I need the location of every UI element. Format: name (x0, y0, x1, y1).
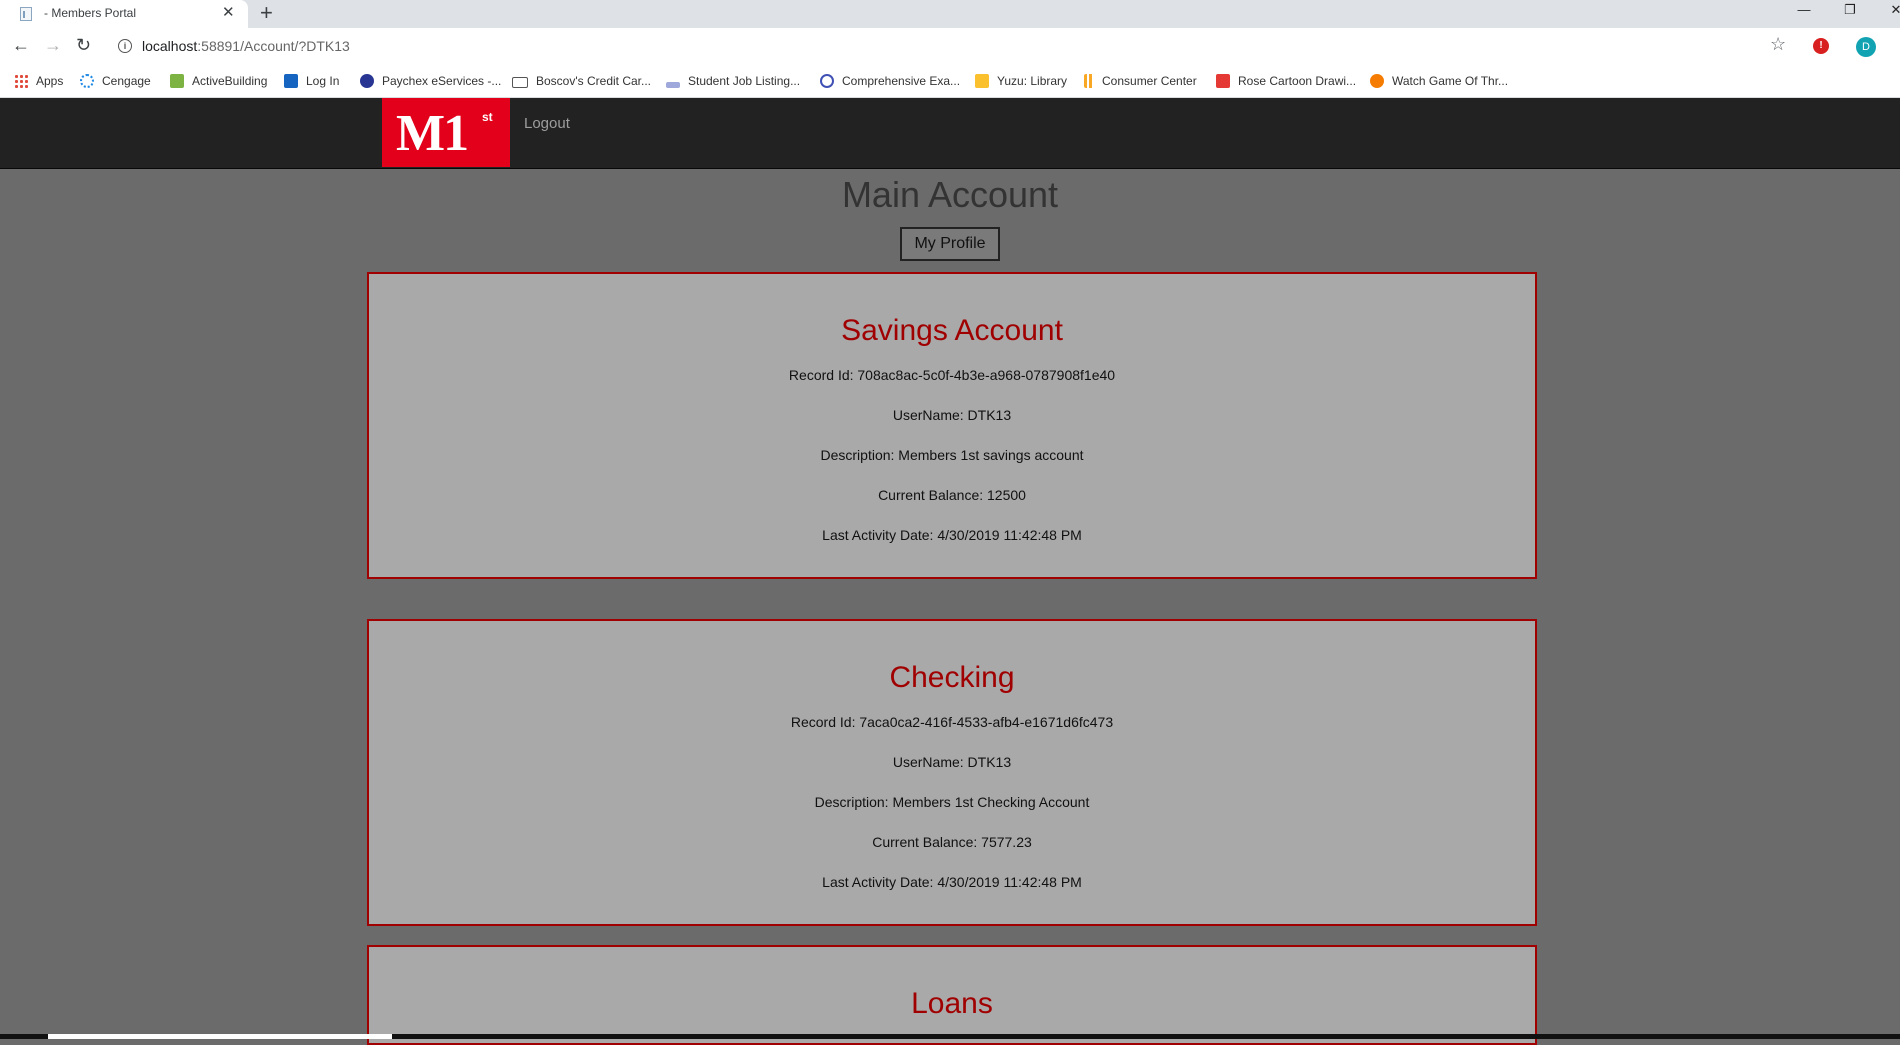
bookmark-star-icon[interactable]: ☆ (1770, 34, 1786, 55)
tab-strip: - Members Portal ✕ + — ❐ ✕ (0, 0, 1900, 28)
login-icon (284, 74, 298, 88)
bookmark-student-jobs[interactable]: Student Job Listing... (666, 72, 800, 90)
browser-toolbar: ← → ↻ i localhost:58891/Account/?DTK13 (0, 28, 1900, 64)
current-balance: Current Balance: 7577.23 (872, 834, 1032, 850)
bookmarks-bar: Apps Cengage ActiveBuilding Log In Paych… (0, 64, 1900, 98)
logo-text: M1 (396, 105, 469, 162)
account-title: Checking (889, 661, 1015, 694)
bookmark-apps[interactable]: Apps (14, 72, 63, 90)
page-title: Main Account (841, 174, 1059, 215)
record-id: Record Id: 708ac8ac-5c0f-4b3e-a968-07879… (788, 367, 1116, 383)
taskbar-strip (0, 1034, 1900, 1039)
extension-icon[interactable]: ! (1813, 38, 1829, 54)
account-title: Savings Account (841, 314, 1063, 347)
q-icon (820, 74, 834, 88)
bookmark-game-of-thrones[interactable]: Watch Game Of Thr... (1370, 72, 1508, 90)
my-profile-button[interactable]: My Profile (900, 227, 1000, 261)
username: UserName: DTK13 (892, 407, 1012, 423)
members-1st-logo[interactable]: M1 st (382, 98, 510, 167)
last-activity-date: Last Activity Date: 4/30/2019 11:42:48 P… (822, 527, 1082, 543)
site-navbar: M1 st Logout (0, 98, 1900, 169)
new-tab-button[interactable]: + (260, 1, 273, 25)
description: Description: Members 1st Checking Accoun… (814, 794, 1090, 810)
bookmark-log-in[interactable]: Log In (284, 72, 339, 90)
bookmark-comprehensive-exam[interactable]: Comprehensive Exa... (820, 72, 960, 90)
apps-icon (14, 74, 28, 88)
record-id: Record Id: 7aca0ca2-416f-4533-afb4-e1671… (790, 714, 1114, 730)
bookmark-cengage[interactable]: Cengage (80, 72, 151, 90)
yuzu-icon (975, 74, 989, 88)
username: UserName: DTK13 (892, 754, 1012, 770)
url-host: localhost (142, 38, 198, 54)
logout-link[interactable]: Logout (524, 115, 570, 132)
site-info-icon[interactable]: i (118, 39, 132, 53)
browser-menu-icon[interactable]: ⋮ (1893, 36, 1900, 56)
c-icon (1216, 74, 1230, 88)
current-balance: Current Balance: 12500 (878, 487, 1026, 503)
loans-card: Loans (367, 945, 1537, 1045)
minimize-window-icon[interactable]: — (1781, 0, 1827, 20)
bookmark-consumer-center[interactable]: Consumer Center (1084, 72, 1197, 90)
back-arrow-icon[interactable]: ← (12, 34, 30, 56)
taskbar-segment (48, 1034, 392, 1039)
building-icon (170, 74, 184, 88)
bookmark-boscovs[interactable]: Boscov's Credit Car... (512, 72, 651, 90)
restore-window-icon[interactable]: ❐ (1827, 0, 1873, 20)
url-path: :58891/Account/?DTK13 (197, 38, 350, 54)
reload-icon[interactable]: ↻ (76, 34, 91, 56)
s-icon (1370, 74, 1384, 88)
url-text[interactable]: localhost:58891/Account/?DTK13 (142, 38, 350, 54)
cengage-icon (80, 74, 94, 88)
tab-title: - Members Portal (44, 6, 137, 20)
logo-superscript: st (482, 110, 493, 124)
savings-account-card: Savings Account Record Id: 708ac8ac-5c0f… (367, 272, 1537, 579)
checking-account-card: Checking Record Id: 7aca0ca2-416f-4533-a… (367, 619, 1537, 926)
account-title: Loans (911, 987, 993, 1020)
bookmark-paychex[interactable]: Paychex eServices -... (360, 72, 501, 90)
page-favicon-icon (20, 7, 32, 21)
bookmark-rose-cartoon[interactable]: Rose Cartoon Drawi... (1216, 72, 1356, 90)
paychex-icon (360, 74, 374, 88)
address-bar[interactable]: i localhost:58891/Account/?DTK13 (108, 33, 1808, 59)
browser-tab[interactable]: - Members Portal ✕ (0, 0, 248, 28)
last-activity-date: Last Activity Date: 4/30/2019 11:42:48 P… (822, 874, 1082, 890)
close-window-icon[interactable]: ✕ (1873, 0, 1900, 20)
job-icon (666, 82, 680, 88)
chart-icon (1084, 74, 1094, 88)
description: Description: Members 1st savings account (820, 447, 1084, 463)
bookmark-yuzu[interactable]: Yuzu: Library (975, 72, 1067, 90)
bookmark-activebuilding[interactable]: ActiveBuilding (170, 72, 267, 90)
close-tab-icon[interactable]: ✕ (222, 4, 235, 22)
forward-arrow-icon[interactable]: → (44, 34, 62, 56)
card-icon (512, 77, 528, 88)
profile-avatar[interactable]: D (1856, 37, 1876, 57)
